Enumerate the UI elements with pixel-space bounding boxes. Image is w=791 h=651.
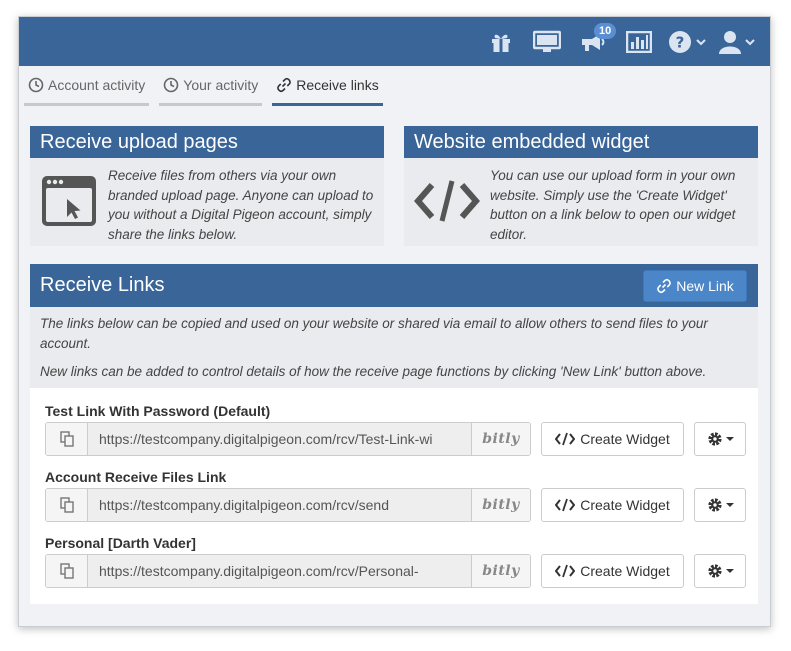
clock-icon xyxy=(28,77,44,92)
tab-label: Receive links xyxy=(296,76,379,93)
caret-down-icon xyxy=(725,502,734,507)
receive-link-list: Test Link With Password (Default) https:… xyxy=(30,387,758,604)
create-widget-label: Create Widget xyxy=(580,562,670,579)
new-link-button[interactable]: New Link xyxy=(643,269,747,302)
svg-text:?: ? xyxy=(676,33,685,51)
link-name: Personal [Darth Vader] xyxy=(45,534,196,551)
new-link-label: New Link xyxy=(676,277,734,294)
code-icon xyxy=(414,166,480,236)
tab-receive-links[interactable]: Receive links xyxy=(272,66,383,106)
copy-icon xyxy=(59,430,74,447)
top-navbar: 10 ? xyxy=(19,17,770,66)
tab-label: Your activity xyxy=(183,76,259,93)
receive-links-title: Receive Links xyxy=(40,274,165,296)
card-receive-upload-pages: Receive upload pages Receive files from … xyxy=(30,126,384,246)
user-icon[interactable] xyxy=(712,17,762,66)
card-text: Receive files from others via your own b… xyxy=(108,168,374,242)
create-widget-button[interactable]: Create Widget xyxy=(541,487,684,522)
card-title: Receive upload pages xyxy=(30,126,384,158)
receive-links-description: The links below can be copied and used o… xyxy=(30,307,758,388)
caret-down-icon xyxy=(725,436,734,441)
monitor-icon[interactable] xyxy=(524,17,570,66)
gear-icon xyxy=(707,563,722,578)
card-text: You can use our upload form in your own … xyxy=(490,168,736,242)
settings-dropdown-button[interactable] xyxy=(694,553,746,588)
description-text: New links can be added to control detail… xyxy=(40,364,707,379)
bitly-button[interactable]: bitly xyxy=(471,422,530,455)
list-item: Personal [Darth Vader] https://testcompa… xyxy=(45,532,747,588)
copy-icon xyxy=(59,496,74,513)
copy-button[interactable] xyxy=(46,554,88,587)
create-widget-label: Create Widget xyxy=(580,430,670,447)
code-icon xyxy=(555,564,576,577)
info-cards: Receive upload pages Receive files from … xyxy=(30,126,758,246)
settings-dropdown-button[interactable] xyxy=(694,487,746,522)
link-url-input[interactable]: https://testcompany.digitalpigeon.com/rc… xyxy=(88,554,471,587)
link-icon xyxy=(277,77,292,92)
bar-chart-icon[interactable] xyxy=(616,17,662,66)
tab-your-activity[interactable]: Your activity xyxy=(159,66,263,106)
create-widget-button[interactable]: Create Widget xyxy=(541,553,684,588)
card-website-embedded-widget: Website embedded widget You can use our … xyxy=(404,126,758,246)
tab-label: Account activity xyxy=(48,76,146,93)
tab-account-activity[interactable]: Account activity xyxy=(24,66,150,106)
main-content: Receive upload pages Receive files from … xyxy=(19,106,770,604)
link-name: Test Link With Password (Default) xyxy=(45,402,271,419)
copy-button[interactable] xyxy=(46,422,88,455)
link-url-input[interactable]: https://testcompany.digitalpigeon.com/rc… xyxy=(88,488,471,521)
gift-icon[interactable] xyxy=(478,17,524,66)
megaphone-icon[interactable]: 10 xyxy=(570,17,617,66)
create-widget-button[interactable]: Create Widget xyxy=(541,421,684,456)
code-icon xyxy=(555,498,576,511)
gear-icon xyxy=(707,497,722,512)
list-item: Account Receive Files Link https://testc… xyxy=(45,466,747,522)
help-icon[interactable]: ? xyxy=(662,17,712,66)
create-widget-label: Create Widget xyxy=(580,496,670,513)
notification-badge: 10 xyxy=(594,23,617,39)
link-url-input[interactable]: https://testcompany.digitalpigeon.com/rc… xyxy=(88,422,471,455)
bitly-button[interactable]: bitly xyxy=(471,554,530,587)
caret-down-icon xyxy=(725,568,734,573)
list-item: Test Link With Password (Default) https:… xyxy=(45,400,747,456)
browser-cursor-icon xyxy=(40,166,98,236)
settings-dropdown-button[interactable] xyxy=(694,421,746,456)
link-icon xyxy=(657,278,672,293)
gear-icon xyxy=(707,431,722,446)
description-text: The links below can be copied and used o… xyxy=(40,316,708,351)
tab-bar: Account activity Your activity Receive l… xyxy=(19,66,770,106)
receive-links-panel: Receive Links New Link The links below c… xyxy=(30,264,758,604)
link-name: Account Receive Files Link xyxy=(45,468,227,485)
bitly-button[interactable]: bitly xyxy=(471,488,530,521)
app-window: 10 ? Account activity Your activity Rece… xyxy=(18,16,771,627)
card-title: Website embedded widget xyxy=(404,126,758,158)
code-icon xyxy=(555,432,576,445)
copy-button[interactable] xyxy=(46,488,88,521)
copy-icon xyxy=(59,562,74,579)
clock-icon xyxy=(163,77,179,92)
